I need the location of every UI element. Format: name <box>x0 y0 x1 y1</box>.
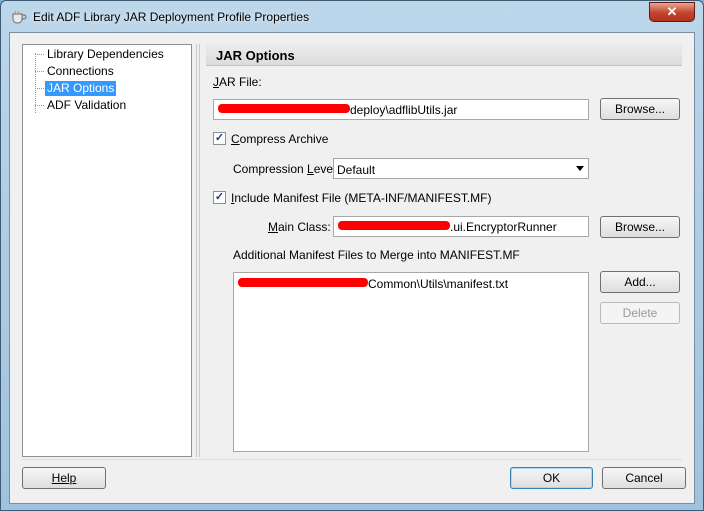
nav-item-library-dependencies[interactable]: Library Dependencies <box>45 47 166 62</box>
footer-divider <box>22 459 682 460</box>
jar-file-input[interactable]: deploy\adflibUtils.jar <box>213 99 589 120</box>
ok-button[interactable]: OK <box>510 467 593 489</box>
main-class-browse-button[interactable]: Browse... <box>600 216 680 238</box>
delete-button[interactable]: Delete <box>600 302 680 324</box>
mnemonic: M <box>268 220 278 234</box>
label-text: ompress Archive <box>239 132 329 146</box>
cancel-button[interactable]: Cancel <box>602 467 686 489</box>
list-item-text: Common\Utils\manifest.txt <box>368 277 509 291</box>
splitter <box>199 44 200 457</box>
redaction-mark <box>338 221 450 230</box>
checkmark-icon: ✓ <box>214 132 225 144</box>
panel-header: JAR Options <box>206 44 682 66</box>
label-text: AR File: <box>219 75 262 89</box>
help-label: Help <box>51 471 77 485</box>
jar-file-browse-button[interactable]: Browse... <box>600 98 680 120</box>
navigation-tree[interactable]: Library Dependencies Connections JAR Opt… <box>22 44 192 457</box>
compress-archive-label: Compress Archive <box>231 132 328 146</box>
tree-connector <box>35 54 44 55</box>
title-bar[interactable]: Edit ADF Library JAR Deployment Profile … <box>1 1 703 33</box>
checkmark-icon: ✓ <box>214 191 225 203</box>
include-manifest-checkbox[interactable]: ✓ <box>213 191 226 204</box>
close-button[interactable]: ✕ <box>649 2 695 22</box>
jar-file-label: JAR File: <box>213 75 262 89</box>
nav-item-connections[interactable]: Connections <box>45 64 116 79</box>
label-text: Compression <box>233 162 308 176</box>
dialog-window: Edit ADF Library JAR Deployment Profile … <box>0 0 704 511</box>
compress-archive-checkbox[interactable]: ✓ <box>213 132 226 145</box>
tree-connector <box>35 71 44 72</box>
help-button[interactable]: Help <box>22 467 106 489</box>
dialog-content: Library Dependencies Connections JAR Opt… <box>9 32 695 504</box>
redaction-mark <box>238 278 368 287</box>
chevron-down-icon <box>576 166 584 171</box>
jar-file-value: deploy\adflibUtils.jar <box>350 103 458 117</box>
tree-connector <box>35 53 36 113</box>
compression-level-select[interactable]: Default <box>333 158 589 179</box>
label-text: nclude Manifest File (META-INF/MANIFEST.… <box>234 191 492 205</box>
main-class-value: .ui.EncryptorRunner <box>450 220 557 234</box>
page-title: JAR Options <box>216 48 295 63</box>
nav-item-jar-options[interactable]: JAR Options <box>45 81 117 96</box>
compression-level-value: Default <box>337 163 376 177</box>
mnemonic: C <box>231 132 240 146</box>
close-icon: ✕ <box>666 4 678 19</box>
additional-manifest-label: Additional Manifest Files to Merge into … <box>233 248 520 262</box>
splitter[interactable] <box>196 44 197 457</box>
include-manifest-label: Include Manifest File (META-INF/MANIFEST… <box>231 191 492 205</box>
label-text: ain Class: <box>278 220 331 234</box>
tree-connector <box>35 88 44 89</box>
mnemonic: L <box>307 162 314 176</box>
add-button[interactable]: Add... <box>600 271 680 293</box>
compression-level-label: Compression Level <box>233 162 336 176</box>
main-class-label: Main Class: <box>268 220 331 234</box>
additional-manifest-list[interactable]: Common\Utils\manifest.txt <box>233 272 589 452</box>
list-item[interactable]: Common\Utils\manifest.txt <box>238 277 508 291</box>
tree-connector <box>35 105 44 106</box>
main-class-input[interactable]: .ui.EncryptorRunner <box>333 216 589 237</box>
nav-item-adf-validation[interactable]: ADF Validation <box>45 98 128 113</box>
jdeveloper-cup-icon <box>11 10 27 24</box>
redaction-mark <box>218 104 350 113</box>
window-title: Edit ADF Library JAR Deployment Profile … <box>33 10 310 24</box>
